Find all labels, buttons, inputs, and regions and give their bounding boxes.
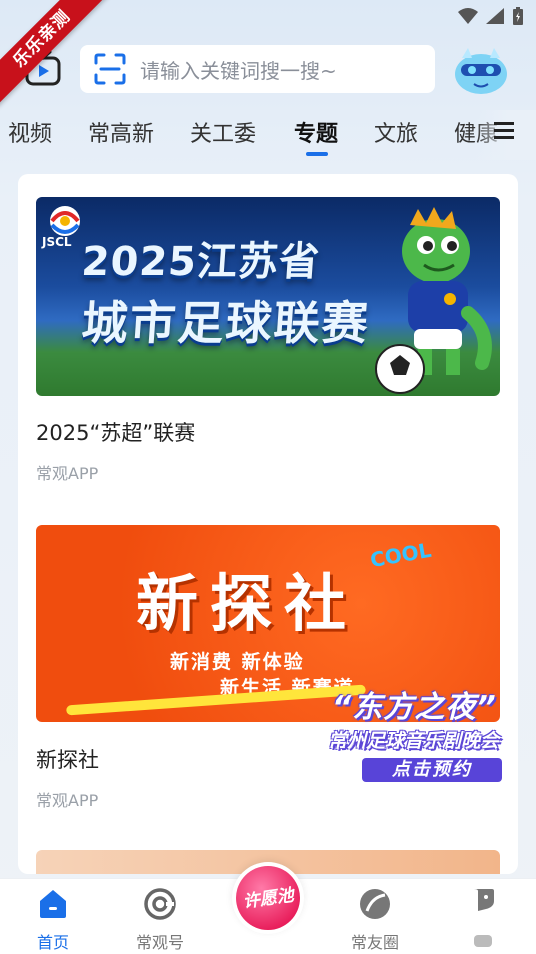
item-title[interactable]: 新探社 xyxy=(36,744,99,774)
promo-title: “东方之夜” xyxy=(332,690,497,725)
chat-icon xyxy=(474,889,494,911)
wifi-icon xyxy=(458,8,478,24)
banner-headline: 新探社 xyxy=(136,567,359,640)
item-source: 常观APP xyxy=(36,464,99,483)
circle-icon xyxy=(360,889,390,919)
tab-culture-tourism[interactable]: 文旅 xyxy=(374,116,418,148)
item-title[interactable]: 2025“苏超”联赛 xyxy=(36,417,195,447)
decorative-stripe xyxy=(66,684,366,716)
nav-changguanhao[interactable]: 常观号 xyxy=(115,879,205,954)
item-source: 常观APP xyxy=(36,791,99,810)
nav-home[interactable]: 首页 xyxy=(8,879,98,954)
book-now-button[interactable]: 点击预约 xyxy=(362,758,502,782)
avatar[interactable] xyxy=(452,44,510,96)
banner-subline-1: 新消费 新体验 xyxy=(170,651,305,673)
active-tab-indicator xyxy=(306,152,328,156)
nav-changyouquan[interactable]: 常友圈 xyxy=(330,879,420,954)
search-input[interactable]: 请输入关键词搜一搜~ xyxy=(80,45,435,93)
dinosaur-mascot-icon xyxy=(375,207,492,394)
nav-message[interactable] xyxy=(438,879,528,954)
soccer-league-banner[interactable]: JSCL 2025江苏省 城市足球联赛 xyxy=(36,197,500,396)
wish-pool-button[interactable]: 许愿池 xyxy=(232,862,304,934)
floating-promo[interactable]: “东方之夜” 常州足球音乐剧晚会 点击预约 xyxy=(326,682,536,784)
tab-video[interactable]: 视频 xyxy=(8,116,52,148)
channel-icon xyxy=(144,888,176,920)
message-badge-icon xyxy=(474,935,492,947)
tab-changgaoxin[interactable]: 常高新 xyxy=(88,116,154,148)
home-icon xyxy=(40,890,66,918)
scan-icon[interactable] xyxy=(94,53,126,85)
tab-special[interactable]: 专题 xyxy=(294,116,338,148)
promo-subtitle: 常州足球音乐剧晚会 xyxy=(328,730,500,752)
search-placeholder: 请输入关键词搜一搜~ xyxy=(140,58,337,83)
menu-icon[interactable] xyxy=(494,120,514,140)
jscl-text: JSCL xyxy=(42,235,72,249)
tab-guangongwei[interactable]: 关工委 xyxy=(190,116,256,148)
cool-badge: COOL xyxy=(368,537,434,573)
battery-icon xyxy=(513,7,523,25)
channel-tabs: 视频 常高新 关工委 专题 文旅 健康 xyxy=(0,110,536,160)
banner-headline-2: 城市足球联赛 xyxy=(79,296,372,350)
banner-headline-1: 2025江苏省 xyxy=(80,239,322,285)
signal-icon xyxy=(486,8,504,24)
wish-icon: 许愿池 xyxy=(236,866,300,930)
